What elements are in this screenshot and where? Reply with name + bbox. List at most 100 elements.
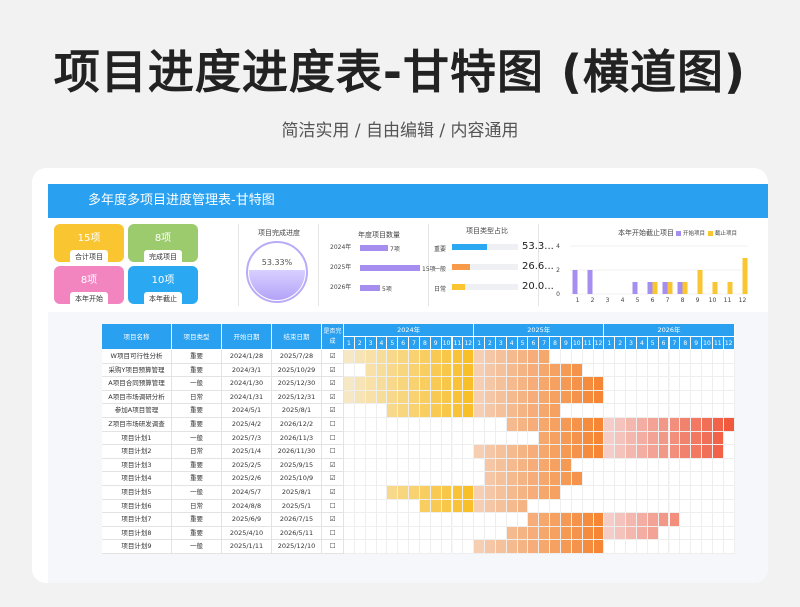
bar-end <box>712 282 718 294</box>
gantt-empty-cell <box>582 363 594 378</box>
gantt-bar-cell <box>463 350 475 364</box>
gantt-empty-cell <box>723 526 735 541</box>
gantt-bar-cell <box>485 486 496 500</box>
gantt-bar-cell <box>495 363 507 378</box>
gantt-bar-cell <box>528 486 540 500</box>
gantt-empty-cell <box>398 472 410 486</box>
gantt-empty-cell <box>452 445 464 459</box>
gantt-bar-cell <box>539 404 551 418</box>
gantt-empty-cell <box>691 350 703 364</box>
gantt-bar-cell <box>604 526 616 541</box>
gantt-empty-cell <box>344 363 355 378</box>
gantt-empty-cell <box>680 526 692 541</box>
x-tick-label: 10 <box>709 297 717 304</box>
gantt-bar-cell <box>539 540 551 554</box>
gantt-empty-cell <box>430 526 442 541</box>
cell-start: 2025/2/6 <box>222 472 272 486</box>
gantt-bar-cell <box>550 418 561 432</box>
gantt-bar-cell <box>430 377 442 391</box>
gantt-empty-cell <box>691 526 703 541</box>
gantt-bar-cell <box>495 472 507 486</box>
gantt-empty-cell <box>669 390 681 405</box>
gantt-bar-cell <box>409 486 420 500</box>
column-header: 开始日期 <box>222 324 272 350</box>
legend-label: 开始项目 <box>683 231 706 237</box>
gantt-empty-cell <box>712 513 724 527</box>
x-tick-label: 3 <box>606 297 610 304</box>
gantt-bar-cell <box>658 418 670 432</box>
gantt-empty-cell <box>354 458 366 473</box>
gantt-empty-cell <box>376 513 388 527</box>
x-tick-label: 8 <box>681 297 685 304</box>
cell-start: 2024/1/30 <box>222 377 272 391</box>
gantt-bar-cell <box>615 418 627 432</box>
stat-tile: 15项 合计项目 <box>54 224 124 264</box>
gantt-empty-cell <box>723 404 735 418</box>
month-header: 2 <box>354 337 366 350</box>
gantt-empty-cell <box>430 513 442 527</box>
annual-value-label: 5项 <box>382 286 392 293</box>
page-subtitle: 简洁实用 / 自由编辑 / 内容通用 <box>281 121 519 141</box>
month-header: 3 <box>365 337 377 350</box>
gantt-bar-cell <box>550 404 561 418</box>
gantt-bar-cell <box>550 526 561 541</box>
gantt-empty-cell <box>344 458 355 473</box>
gantt-bar-cell <box>550 486 561 500</box>
gantt-empty-cell <box>604 404 616 418</box>
gantt-empty-cell <box>398 526 410 541</box>
gantt-empty-cell <box>463 445 475 459</box>
cell-start: 2025/4/10 <box>222 526 272 541</box>
gantt-bar-cell <box>354 377 366 391</box>
gantt-empty-cell <box>702 472 713 486</box>
gantt-empty-cell <box>680 404 692 418</box>
sheet: 15项 合计项目 8项 完成项目 8项 本年开始 10项 本年截止 项目完成进度 53.33%… <box>48 218 768 583</box>
gantt-empty-cell <box>712 377 724 391</box>
gantt-bar-cell <box>452 363 464 378</box>
stat-label: 合计项目 <box>70 250 108 264</box>
gantt-bar-cell <box>561 540 572 554</box>
gantt-bar-cell <box>409 390 420 405</box>
cell-name: 项目计划7 <box>102 513 172 527</box>
gantt-bar-cell <box>387 486 399 500</box>
gantt-empty-cell <box>419 540 431 554</box>
gantt-empty-cell <box>474 513 486 527</box>
gantt-empty-cell <box>626 472 637 486</box>
gantt-bar-cell <box>517 350 529 364</box>
gantt-empty-cell <box>669 458 681 473</box>
gantt-empty-cell <box>593 404 605 418</box>
gantt-empty-cell <box>615 458 627 473</box>
gantt-empty-cell <box>495 513 507 527</box>
gantt-empty-cell <box>636 486 648 500</box>
gantt-empty-cell <box>691 486 703 500</box>
gantt-empty-cell <box>354 540 366 554</box>
month-header: 10 <box>571 337 583 350</box>
month-header: 2 <box>485 337 496 350</box>
gantt-bar-cell <box>539 418 551 432</box>
gantt-empty-cell <box>409 513 420 527</box>
gantt-bar-cell <box>626 526 637 541</box>
completion-gauge <box>246 241 308 303</box>
gantt-bar-cell <box>365 390 377 405</box>
gantt-empty-cell <box>506 431 518 446</box>
gantt-empty-cell <box>354 513 366 527</box>
gantt-bar-cell <box>354 350 366 364</box>
gantt-empty-cell <box>539 499 551 514</box>
month-header: 6 <box>658 337 670 350</box>
cell-done: ☐ <box>322 418 344 432</box>
gantt-bar-cell <box>539 377 551 391</box>
bar-end <box>727 282 733 294</box>
gantt-empty-cell <box>593 350 605 364</box>
gantt-bar-cell <box>582 540 594 554</box>
gauge-fill <box>249 270 305 300</box>
gantt-bar-cell <box>474 363 486 378</box>
gantt-empty-cell <box>680 486 692 500</box>
month-header: 4 <box>376 337 388 350</box>
gantt-empty-cell <box>463 472 475 486</box>
gantt-bar-cell <box>723 418 735 432</box>
month-header: 7 <box>669 337 681 350</box>
gantt-bar-cell <box>365 377 377 391</box>
cell-name: 项目计划2 <box>102 445 172 459</box>
bar-end <box>652 282 658 294</box>
cell-end: 2025/8/1 <box>272 404 322 418</box>
chart-title: 本年开始截止项目 <box>618 229 674 237</box>
